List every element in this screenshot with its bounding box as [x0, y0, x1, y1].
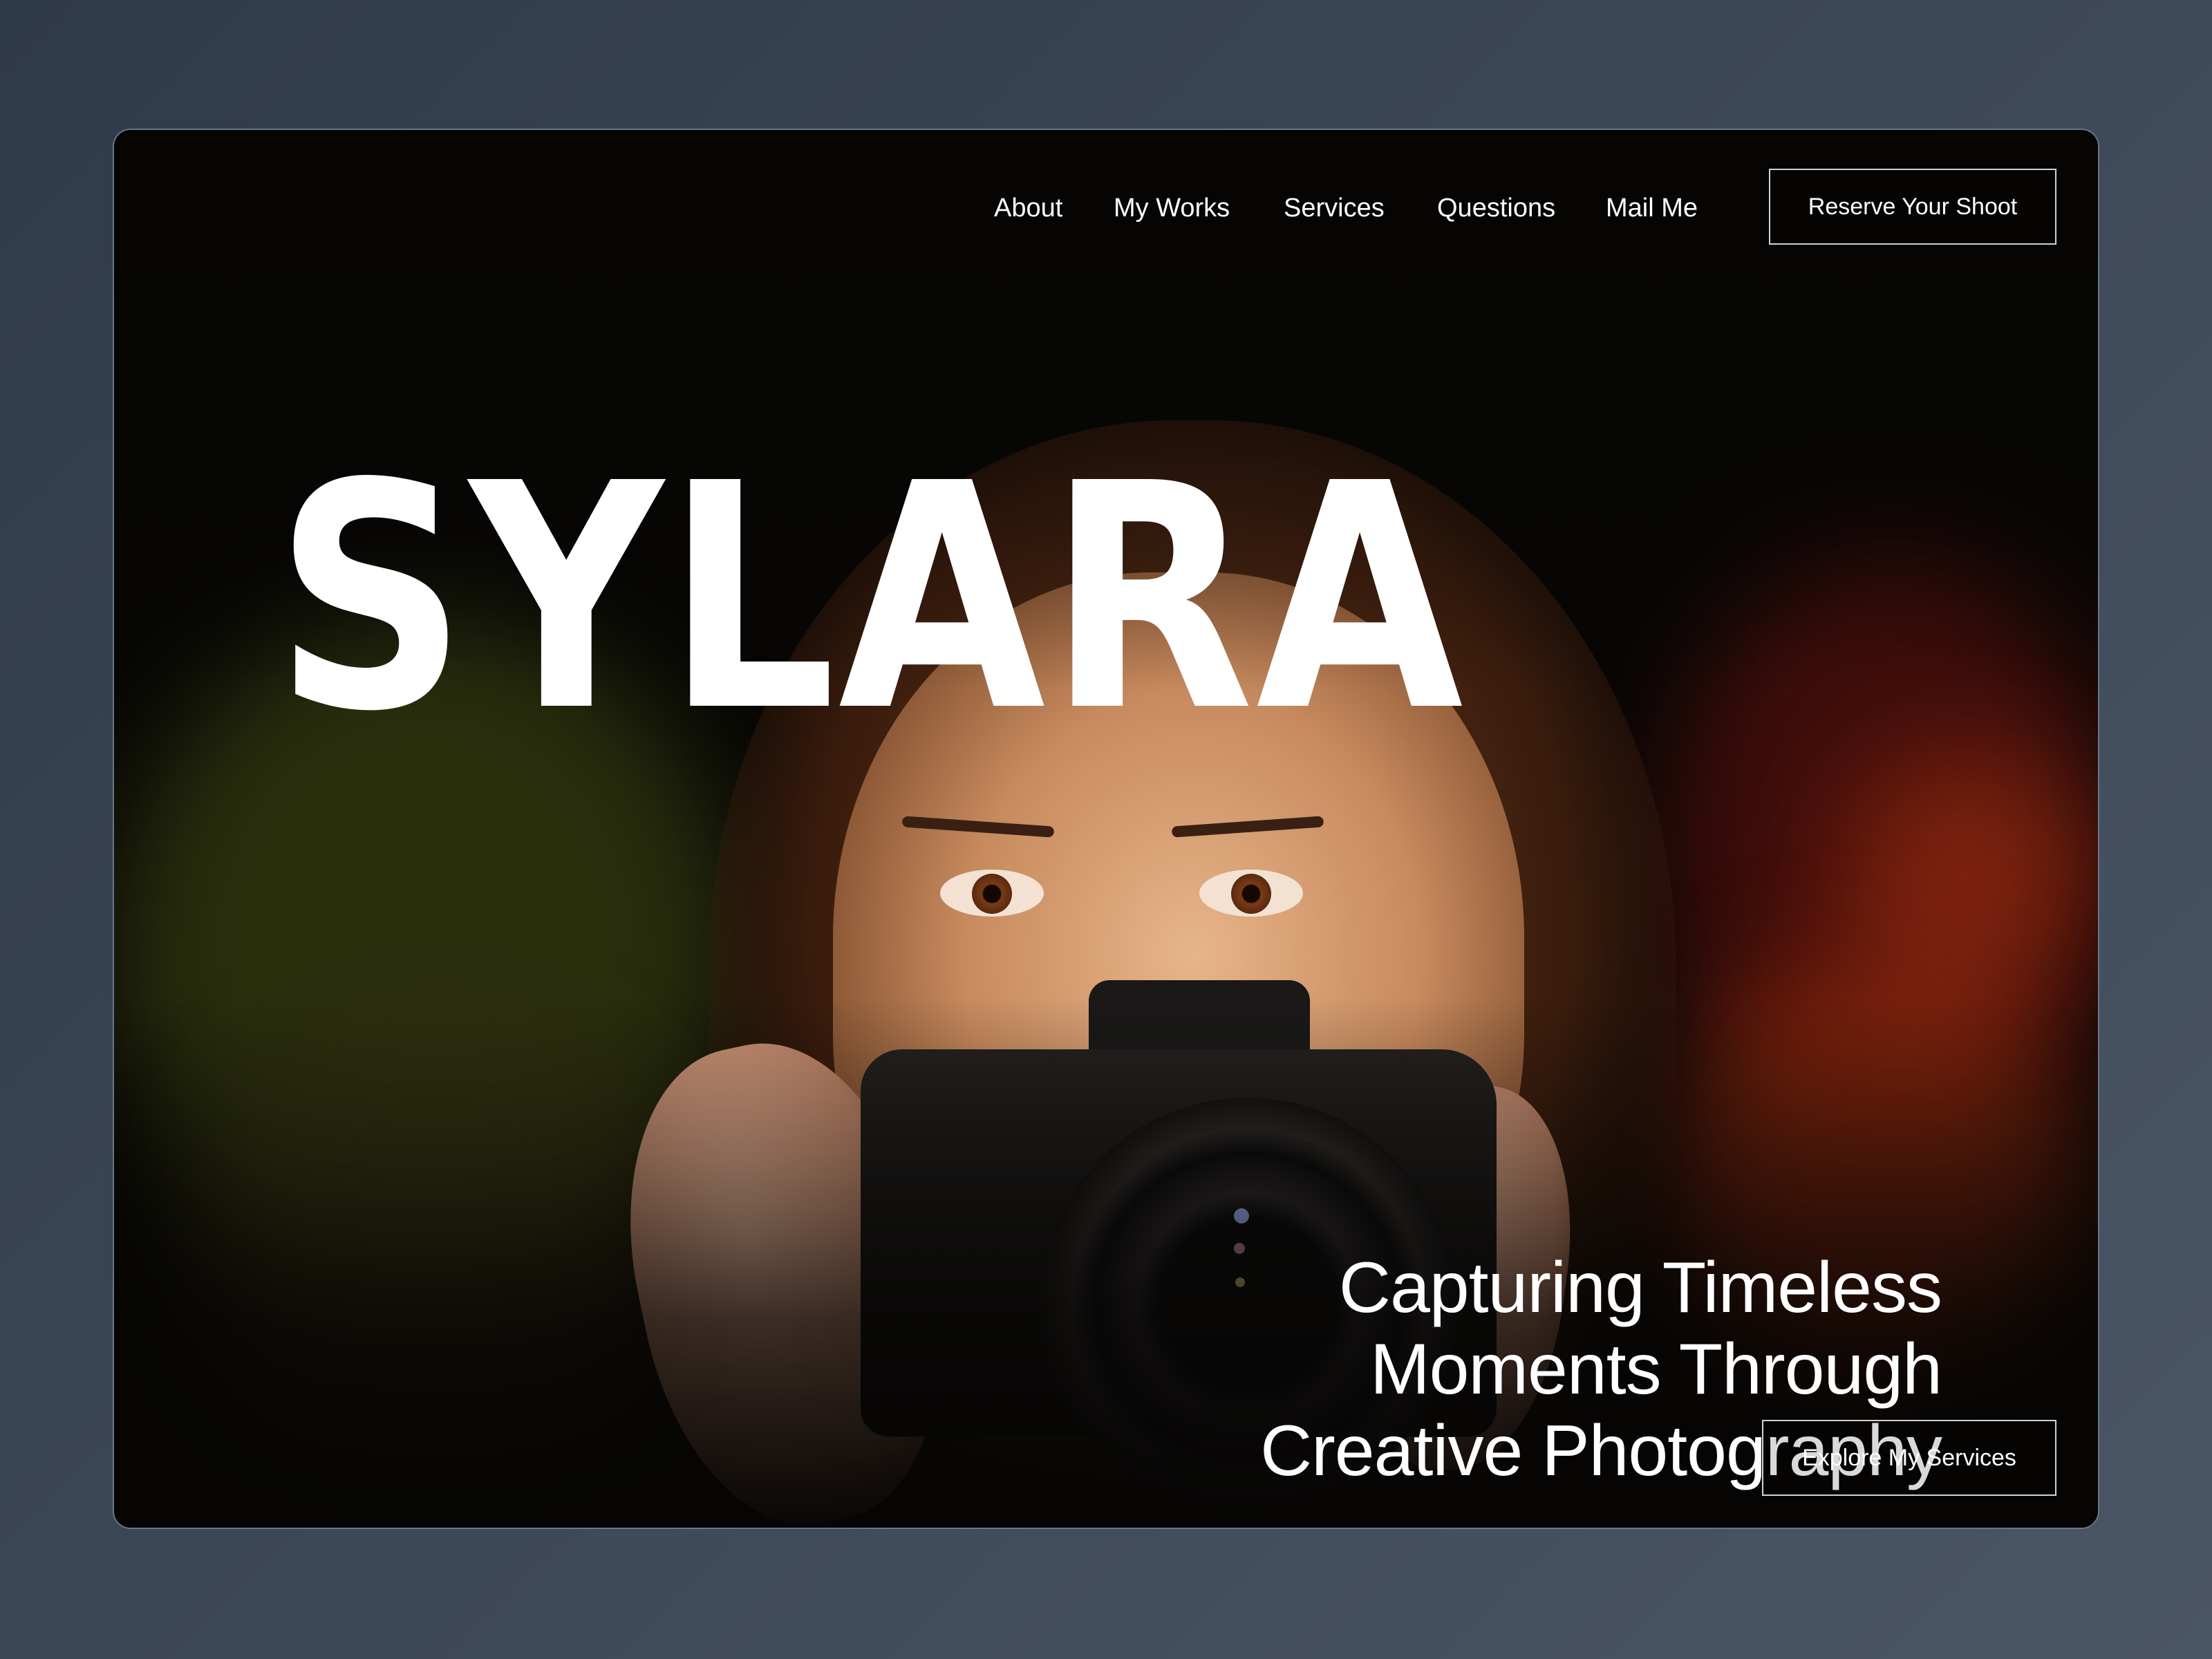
nav-my-works[interactable]: My Works [1114, 192, 1230, 224]
reserve-shoot-button[interactable]: Reserve Your Shoot [1769, 169, 2056, 245]
nav-about[interactable]: About [994, 192, 1062, 224]
hero-card: About My Works Services Questions Mail M… [113, 129, 2099, 1529]
tagline-line: Capturing Timeless [1338, 1248, 1942, 1328]
nav-questions[interactable]: Questions [1437, 192, 1555, 224]
tagline-line: Moments Through [1369, 1329, 1942, 1409]
nav-mail-me[interactable]: Mail Me [1606, 192, 1698, 224]
nav-services[interactable]: Services [1284, 192, 1385, 224]
explore-services-button[interactable]: Explore My Services [1762, 1420, 2056, 1496]
brand-title: SYLARA [274, 418, 1466, 780]
